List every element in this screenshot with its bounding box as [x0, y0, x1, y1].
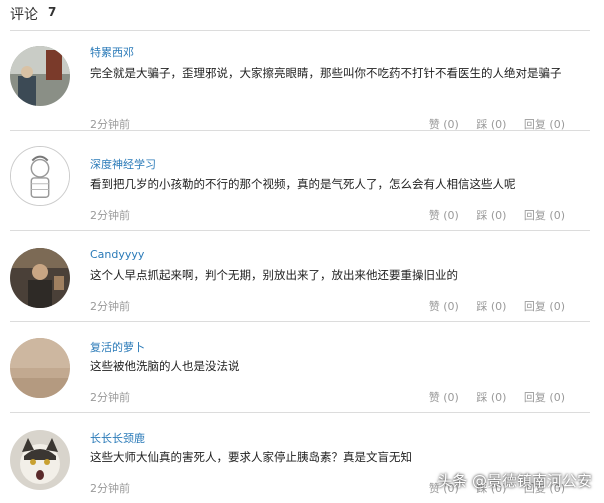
- dislike-button[interactable]: 踩 (0): [476, 391, 506, 404]
- comment-username[interactable]: 特累西邓: [90, 44, 134, 60]
- comments-title: 评论: [10, 7, 38, 23]
- comment-text: 这个人早点抓起来啊，判个无期，别放出来了，放出来他还要重操旧业的: [90, 268, 458, 282]
- comment-text: 这些大师大仙真的害死人，要求人家停止胰岛素？真是文盲无知: [90, 450, 412, 464]
- like-button[interactable]: 赞 (0): [429, 391, 459, 404]
- comment-time: 2分钟前: [90, 209, 130, 222]
- avatar[interactable]: [10, 430, 70, 490]
- comment-username[interactable]: 深度神经学习: [90, 156, 156, 172]
- comment-username[interactable]: Candyyyy: [90, 248, 144, 261]
- avatar[interactable]: [10, 46, 70, 106]
- reply-button[interactable]: 回复 (0): [524, 391, 565, 404]
- reply-button[interactable]: 回复 (0): [524, 118, 565, 131]
- reply-button[interactable]: 回复 (0): [524, 209, 565, 222]
- comment-time: 2分钟前: [90, 300, 130, 313]
- dislike-button[interactable]: 踩 (0): [476, 209, 506, 222]
- avatar[interactable]: [10, 338, 70, 398]
- comment-actions: 赞 (0) 踩 (0) 回复 (0): [415, 389, 565, 405]
- comment-time: 2分钟前: [90, 118, 130, 131]
- comment-text: 看到把几岁的小孩勒的不行的那个视频，真的是气死人了，怎么会有人相信这些人呢: [90, 177, 516, 191]
- comment-time: 2分钟前: [90, 391, 130, 404]
- comment-text: 完全就是大骗子，歪理邪说，大家擦亮眼睛，那些叫你不吃药不打针不看医生的人绝对是骗…: [90, 66, 562, 80]
- like-button[interactable]: 赞 (0): [429, 209, 459, 222]
- comment-username[interactable]: 复活的萝卜: [90, 339, 145, 355]
- avatar[interactable]: [10, 146, 70, 206]
- avatar[interactable]: [10, 248, 70, 308]
- like-button[interactable]: 赞 (0): [429, 300, 459, 313]
- comment-text: 这些被他洗脑的人也是没法说: [90, 359, 240, 373]
- dislike-button[interactable]: 踩 (0): [476, 300, 506, 313]
- comment-item: 深度神经学习 看到把几岁的小孩勒的不行的那个视频，真的是气死人了，怎么会有人相信…: [10, 140, 590, 231]
- comment-time: 2分钟前: [90, 482, 130, 495]
- dislike-button[interactable]: 踩 (0): [476, 118, 506, 131]
- comments-count: 7: [48, 5, 57, 19]
- comment-actions: 赞 (0) 踩 (0) 回复 (0): [415, 298, 565, 314]
- comment-item: Candyyyy 这个人早点抓起来啊，判个无期，别放出来了，放出来他还要重操旧业…: [10, 231, 590, 322]
- reply-button[interactable]: 回复 (0): [524, 300, 565, 313]
- like-button[interactable]: 赞 (0): [429, 118, 459, 131]
- watermark: 头条 @景德镇南河公安: [437, 472, 592, 490]
- comment-actions: 赞 (0) 踩 (0) 回复 (0): [415, 116, 565, 132]
- comment-username[interactable]: 长长长颈鹿: [90, 430, 145, 446]
- comments-header: 评论 7: [10, 0, 590, 31]
- comment-item: 特累西邓 完全就是大骗子，歪理邪说，大家擦亮眼睛，那些叫你不吃药不打针不看医生的…: [10, 40, 590, 131]
- comment-item: 复活的萝卜 这些被他洗脑的人也是没法说 2分钟前 赞 (0) 踩 (0) 回复 …: [10, 322, 590, 413]
- comment-actions: 赞 (0) 踩 (0) 回复 (0): [415, 207, 565, 223]
